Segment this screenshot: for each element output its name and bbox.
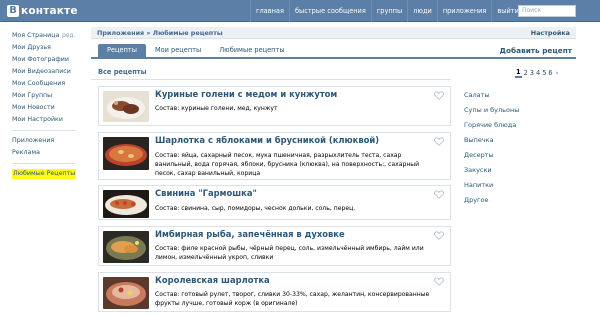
ingredients-text: готовый рулет, творог, сливки 30-33%, са… bbox=[155, 291, 430, 307]
category-salads[interactable]: Салаты bbox=[464, 88, 576, 103]
category-snacks[interactable]: Закуски bbox=[464, 163, 576, 178]
sidebar-item-label: Моя Страница bbox=[12, 32, 60, 39]
nav-quick-messages[interactable]: быстрые сообщения bbox=[288, 0, 371, 22]
vk-logo[interactable]: В контакте bbox=[7, 4, 78, 18]
recipe-ingredients: Состав: куриные голени, мед, кунжут bbox=[155, 104, 435, 113]
edit-link[interactable]: ред. bbox=[62, 30, 76, 42]
ingredients-label: Состав: bbox=[155, 245, 180, 252]
nav-people[interactable]: люди bbox=[407, 0, 437, 22]
add-recipe-button[interactable]: Добавить рецепт bbox=[500, 46, 572, 55]
recipe-card[interactable]: Свинина "Гармошка" Состав: свинина, сыр,… bbox=[98, 185, 451, 220]
recipe-card[interactable]: Имбирная рыба, запечённая в духовке Сост… bbox=[98, 226, 451, 266]
recipe-photo[interactable] bbox=[103, 190, 149, 218]
category-other[interactable]: Другое bbox=[464, 193, 576, 208]
recipe-card[interactable]: Куриные голени с медом и кунжутом Состав… bbox=[98, 86, 451, 126]
search-input[interactable]: Поиск bbox=[518, 5, 576, 17]
next-page-arrow-icon[interactable]: › bbox=[556, 69, 559, 77]
heart-icon[interactable] bbox=[434, 231, 444, 240]
page-link[interactable]: 5 bbox=[542, 69, 546, 77]
recipe-ingredients: Состав: яйца, сахарный песок, мука пшени… bbox=[155, 151, 435, 178]
recipe-title[interactable]: Шарлотка с яблоками и брусникой (клюквой… bbox=[155, 135, 379, 145]
settings-link[interactable]: Настройка bbox=[531, 27, 570, 39]
tab-recipes[interactable]: Рецепты bbox=[98, 44, 146, 57]
recipe-tabs: Рецепты Мои рецепты Любимые рецепты bbox=[98, 44, 294, 57]
page-link[interactable]: 2 bbox=[524, 69, 528, 77]
list-divider bbox=[91, 79, 451, 80]
nav-apps[interactable]: приложения bbox=[436, 0, 492, 22]
ingredients-label: Состав: bbox=[155, 291, 180, 298]
recipe-title[interactable]: Свинина "Гармошка" bbox=[155, 188, 257, 198]
nav-groups[interactable]: группы bbox=[370, 0, 407, 22]
sidebar-item-my-page[interactable]: Моя Страница ред. bbox=[12, 30, 78, 42]
breadcrumb: Приложения » Любимые рецепты bbox=[97, 27, 223, 39]
tab-my-recipes[interactable]: Мои рецепты bbox=[146, 44, 210, 57]
recipe-title[interactable]: Имбирная рыба, запечённая в духовке bbox=[155, 229, 345, 239]
top-nav: главная быстрые сообщения группы люди пр… bbox=[250, 0, 524, 22]
recipe-card[interactable]: Шарлотка с яблоками и брусникой (клюквой… bbox=[98, 132, 451, 180]
sidebar-divider bbox=[12, 163, 76, 164]
recipe-title[interactable]: Куриные голени с медом и кунжутом bbox=[155, 89, 337, 99]
section-title: Все рецепты bbox=[98, 68, 147, 76]
ingredients-label: Состав: bbox=[155, 205, 180, 212]
recipe-photo[interactable] bbox=[103, 231, 149, 263]
recipe-title[interactable]: Королевская шарлотка bbox=[155, 275, 270, 285]
sidebar-item-groups[interactable]: Мои Группы bbox=[12, 90, 78, 102]
heart-icon[interactable] bbox=[434, 91, 444, 100]
top-header: В контакте главная быстрые сообщения гру… bbox=[0, 0, 600, 22]
sidebar-item-apps[interactable]: Приложения bbox=[12, 135, 78, 147]
logo-letter: В bbox=[7, 5, 19, 17]
ingredients-text: свинина, сыр, помидоры, чеснок дольки, с… bbox=[181, 205, 356, 212]
breadcrumb-parent[interactable]: Приложения bbox=[97, 29, 144, 37]
sidebar-item-news[interactable]: Мои Новости bbox=[12, 102, 78, 114]
recipe-photo[interactable] bbox=[103, 277, 149, 309]
recipe-ingredients: Состав: филе красной рыбы, чёрный перец,… bbox=[155, 244, 435, 262]
tab-underline bbox=[91, 57, 576, 59]
sidebar-item-ads[interactable]: Реклама bbox=[12, 147, 78, 159]
tab-favorite-recipes[interactable]: Любимые рецепты bbox=[210, 44, 293, 57]
ingredients-text: яйца, сахарный песок, мука пшеничная, ра… bbox=[155, 152, 420, 177]
breadcrumb-separator: » bbox=[146, 29, 151, 37]
heart-icon[interactable] bbox=[434, 190, 444, 199]
pagination: 1 2 3 4 5 6 › bbox=[515, 68, 558, 78]
recipe-ingredients: Состав: готовый рулет, творог, сливки 30… bbox=[155, 290, 435, 308]
recipe-ingredients: Состав: свинина, сыр, помидоры, чеснок д… bbox=[155, 204, 435, 213]
sidebar-item-favorite-recipes[interactable]: Любимые Рецепты bbox=[12, 169, 77, 179]
category-baking[interactable]: Выпечка bbox=[464, 133, 576, 148]
category-drinks[interactable]: Напитки bbox=[464, 178, 576, 193]
category-soups[interactable]: Супы и бульоны bbox=[464, 103, 576, 118]
recipe-photo[interactable] bbox=[103, 91, 149, 122]
sidebar-item-photos[interactable]: Мои Фотографии bbox=[12, 54, 78, 66]
sidebar-item-videos[interactable]: Мои Видеозаписи bbox=[12, 66, 78, 78]
category-hot-dishes[interactable]: Горячие блюда bbox=[464, 118, 576, 133]
nav-home[interactable]: главная bbox=[250, 0, 289, 22]
category-list: Салаты Супы и бульоны Горячие блюда Выпе… bbox=[464, 88, 576, 208]
category-desserts[interactable]: Десерты bbox=[464, 148, 576, 163]
ingredients-text: куриные голени, мед, кунжут bbox=[181, 105, 278, 112]
page-link[interactable]: 3 bbox=[530, 69, 534, 77]
logo-text: контакте bbox=[21, 5, 78, 17]
recipe-card[interactable]: Королевская шарлотка Состав: готовый рул… bbox=[98, 272, 451, 312]
heart-icon[interactable] bbox=[434, 277, 444, 286]
heart-icon[interactable] bbox=[434, 137, 444, 146]
page-link[interactable]: 6 bbox=[548, 69, 552, 77]
recipe-photo[interactable] bbox=[103, 137, 149, 170]
sidebar-item-friends[interactable]: Мои Друзья bbox=[12, 42, 78, 54]
ingredients-text: филе красной рыбы, чёрный перец, соль, и… bbox=[155, 245, 424, 261]
breadcrumb-current: Любимые рецепты bbox=[152, 29, 223, 37]
left-sidebar: Моя Страница ред. Мои Друзья Мои Фотогра… bbox=[12, 30, 78, 179]
ingredients-label: Состав: bbox=[155, 152, 180, 159]
breadcrumb-bar: Приложения » Любимые рецепты Настройка bbox=[91, 27, 576, 39]
page-link[interactable]: 4 bbox=[536, 69, 540, 77]
page-link[interactable]: 1 bbox=[515, 68, 522, 78]
ingredients-label: Состав: bbox=[155, 105, 180, 112]
sidebar-item-settings[interactable]: Мои Настройки bbox=[12, 114, 78, 126]
sidebar-divider bbox=[12, 130, 76, 131]
sidebar-item-messages[interactable]: Мои Сообщения bbox=[12, 78, 78, 90]
